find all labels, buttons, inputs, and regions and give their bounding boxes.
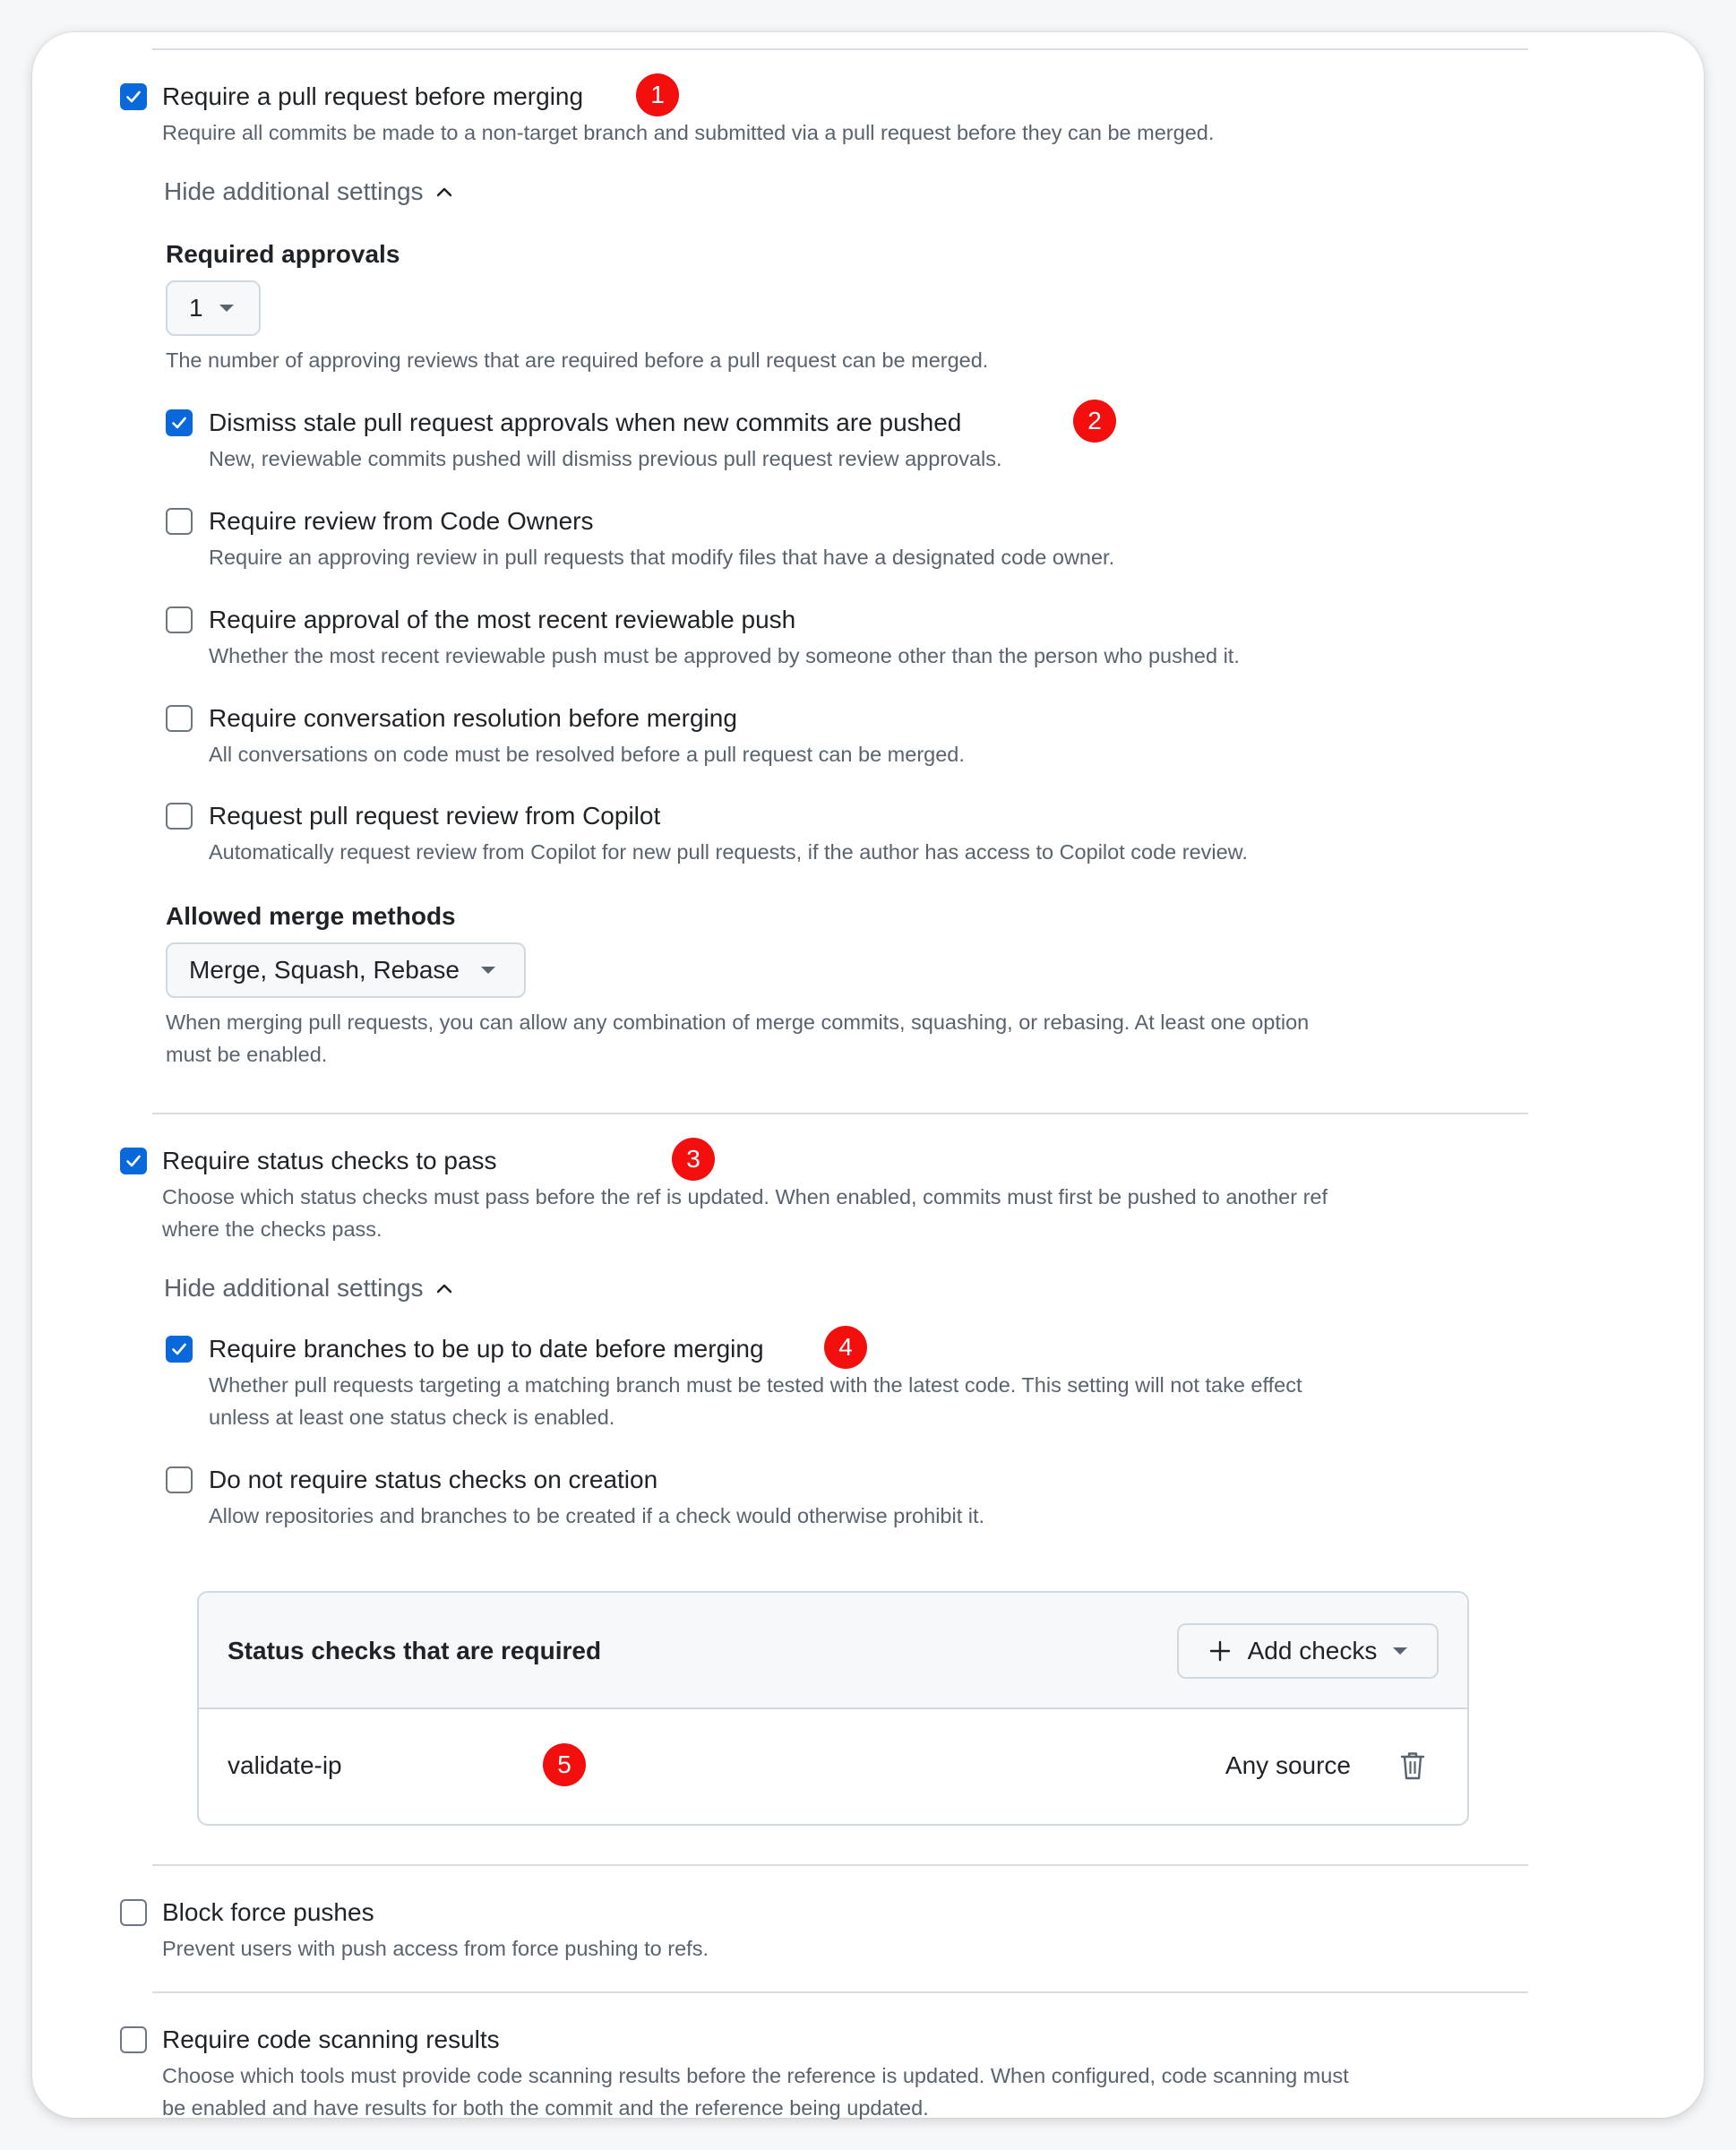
merge-methods-description-1: When merging pull requests, you can allo… [166,1010,1310,1034]
status-checks-title[interactable]: Require status checks to pass [162,1146,497,1176]
divider [152,1864,1528,1866]
up-to-date-checkbox[interactable] [166,1336,193,1363]
merge-methods-label: Allowed merge methods [166,902,456,930]
check-icon [172,1343,186,1355]
required-approvals-description: The number of approving reviews that are… [166,348,989,372]
copilot-review-checkbox[interactable] [166,803,193,830]
block-force-push-description: Prevent users with push access from forc… [162,1937,709,1960]
recent-push-title[interactable]: Require approval of the most recent revi… [209,605,795,635]
conversation-resolution-title[interactable]: Require conversation resolution before m… [209,703,737,734]
code-scanning-checkbox[interactable] [120,2026,147,2053]
copilot-review-description: Automatically request review from Copilo… [209,840,1248,864]
status-check-name: validate-ip [228,1751,342,1779]
pull-request-title[interactable]: Require a pull request before merging [162,82,583,112]
trash-icon[interactable] [1399,1750,1426,1781]
caret-down-icon [219,305,234,312]
required-approvals-label: Required approvals [166,240,400,268]
recent-push-description: Whether the most recent reviewable push … [209,644,1240,667]
annotation-badge-1: 1 [636,73,679,116]
code-scanning-description-1: Choose which tools must provide code sca… [162,2064,1349,2087]
status-checks-description-1: Choose which status checks must pass bef… [162,1185,1328,1208]
code-owners-checkbox[interactable] [166,508,193,535]
merge-methods-description-2: must be enabled. [166,1043,328,1066]
status-check-source[interactable]: Any source [1225,1750,1351,1781]
chevron-up-icon [436,1284,451,1294]
chevron-up-icon [436,187,451,197]
caret-down-icon [1393,1647,1408,1655]
dismiss-stale-description: New, reviewable commits pushed will dism… [209,447,1002,470]
code-scanning-title[interactable]: Require code scanning results [162,2025,500,2055]
caret-down-icon [480,967,495,974]
required-checks-title: Status checks that are required [228,1637,602,1664]
copilot-review-title[interactable]: Request pull request review from Copilot [209,801,660,831]
divider [152,48,1528,50]
annotation-badge-3: 3 [672,1138,715,1181]
required-checks-header: Status checks that are required Add chec… [199,1593,1467,1709]
annotation-badge-5: 5 [543,1743,586,1786]
dismiss-stale-checkbox[interactable] [166,409,193,436]
check-icon [172,417,186,429]
pull-request-description: Require all commits be made to a non-tar… [162,121,1215,144]
up-to-date-description-2: unless at least one status check is enab… [209,1406,615,1429]
recent-push-checkbox[interactable] [166,606,193,633]
divider [152,1991,1528,1993]
code-owners-description: Require an approving review in pull requ… [209,546,1115,569]
required-checks-panel: Status checks that are required Add chec… [197,1591,1469,1826]
block-force-push-title[interactable]: Block force pushes [162,1897,374,1928]
up-to-date-title[interactable]: Require branches to be up to date before… [209,1334,764,1364]
status-checks-checkbox[interactable] [120,1148,147,1174]
no-status-on-creation-title[interactable]: Do not require status checks on creation [209,1465,657,1495]
status-checks-description-2: where the checks pass. [162,1217,382,1241]
no-status-on-creation-description: Allow repositories and branches to be cr… [209,1504,985,1527]
pull-request-checkbox[interactable] [120,83,147,110]
code-owners-title[interactable]: Require review from Code Owners [209,506,594,537]
hide-settings-link-pr[interactable]: Hide additional settings [164,176,454,207]
conversation-resolution-checkbox[interactable] [166,705,193,732]
no-status-on-creation-checkbox[interactable] [166,1466,193,1493]
check-icon [126,1155,141,1167]
dismiss-stale-title[interactable]: Dismiss stale pull request approvals whe… [209,408,961,438]
annotation-badge-4: 4 [824,1326,867,1369]
annotation-badge-2: 2 [1073,400,1116,443]
divider [152,1113,1528,1114]
check-icon [126,90,141,103]
required-approvals-select[interactable]: 1 [166,280,261,336]
plus-icon [1209,1640,1230,1662]
settings-card: Require a pull request before merging 1 … [32,32,1704,2120]
hide-settings-link-status[interactable]: Hide additional settings [164,1273,454,1303]
conversation-resolution-description: All conversations on code must be resolv… [209,743,965,766]
block-force-push-checkbox[interactable] [120,1899,147,1926]
merge-methods-select[interactable]: Merge, Squash, Rebase [166,942,526,998]
add-checks-button[interactable]: Add checks [1177,1623,1439,1679]
code-scanning-description-2: be enabled and have results for both the… [162,2096,929,2120]
up-to-date-description-1: Whether pull requests targeting a matchi… [209,1373,1302,1397]
